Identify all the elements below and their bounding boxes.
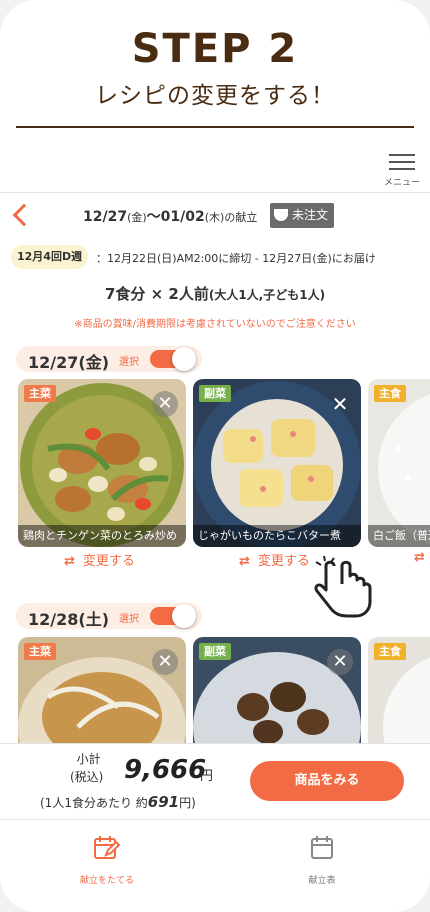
tab-label: 献立表 xyxy=(308,876,336,886)
delivery-info: ：12月22日(日)AM2:00に締切 - 12月27日(金)にお届け xyxy=(96,252,376,265)
price-unit: 円 xyxy=(200,769,214,784)
menu-period: 12/27(金)～01/02(木)の献立 xyxy=(83,206,257,226)
meal-tag-staple: 主食 xyxy=(374,643,406,660)
pot-icon xyxy=(274,209,288,221)
meal-tag-side: 副菜 xyxy=(199,643,231,660)
view-products-button[interactable]: 商品をみる xyxy=(250,761,404,801)
subtotal-text: 小計 xyxy=(76,752,101,766)
swap-icon: ⇄ xyxy=(239,554,250,569)
subtotal-price: 9,666 xyxy=(124,755,207,785)
footer-divider xyxy=(0,743,430,744)
day-select-toggle[interactable] xyxy=(150,347,196,371)
tab-menu-table[interactable]: 献立表 xyxy=(267,836,377,887)
dish-photo xyxy=(368,379,430,547)
period-suffix: の献立 xyxy=(224,211,258,224)
calendar-icon xyxy=(311,836,333,859)
meal-name: 白ご飯（普通） xyxy=(368,525,430,547)
step-divider xyxy=(16,126,414,128)
servings-main: 7食分 × 2人前 xyxy=(104,285,209,303)
swap-icon: ⇄ xyxy=(414,550,425,565)
meal-card[interactable]: 主食 xyxy=(368,637,430,743)
back-chevron-icon[interactable] xyxy=(12,203,36,227)
day-header: 12/28(土) 選択 xyxy=(16,603,202,629)
tab-label: 献立をたてる xyxy=(79,876,134,886)
remove-meal-icon[interactable]: ✕ xyxy=(327,649,353,675)
meal-card[interactable]: 主菜 ✕ 鶏肉とチンゲン菜のとろみ炒め xyxy=(18,379,186,547)
bottom-tab-bar: 献立をたてる 献立表 xyxy=(0,820,430,912)
period-start-day: (金) xyxy=(127,211,147,224)
meal-card[interactable]: 主菜 ✕ xyxy=(18,637,186,743)
remove-meal-icon[interactable]: ✕ xyxy=(152,649,178,675)
period-end: 01/02 xyxy=(160,209,205,225)
servings-info: 7食分 × 2人前(大人1人,子ども1人) xyxy=(0,283,430,304)
period-start: 12/27 xyxy=(83,209,128,225)
tab-plan-menu[interactable]: 献立をたてる xyxy=(52,836,162,887)
per-meal-suffix: 円) xyxy=(179,796,196,810)
day-select-toggle[interactable] xyxy=(150,604,196,628)
per-meal-price: (1人1食分あたり 約691円) xyxy=(40,793,196,811)
hamburger-menu-button[interactable]: メニュー xyxy=(382,154,422,188)
change-meal-button[interactable]: ⇄ 変更する xyxy=(239,550,310,569)
per-meal-prefix: (1人1食分あたり 約 xyxy=(40,796,148,810)
header-divider xyxy=(0,192,430,193)
menu-bar-icon xyxy=(389,154,415,156)
remove-meal-icon[interactable]: ✕ xyxy=(152,391,178,417)
select-label: 選択 xyxy=(119,357,139,368)
day-label: 12/28(土) xyxy=(28,610,110,629)
per-meal-value: 691 xyxy=(147,793,180,811)
meal-card[interactable]: 主食 白ご飯（普通） xyxy=(368,379,430,547)
app-screen: STEP 2 レシピの変更をする！ メニュー 12/27(金)～01/02(木)… xyxy=(0,0,430,912)
meal-tag-main: 主菜 xyxy=(24,385,56,402)
day-label: 12/27(金) xyxy=(28,353,110,372)
swap-icon: ⇄ xyxy=(64,554,75,569)
meal-tag-side: 副菜 xyxy=(199,385,231,402)
tax-included-text: (税込) xyxy=(70,770,104,784)
meal-tag-staple: 主食 xyxy=(374,385,406,402)
change-label: 変更する xyxy=(257,554,310,569)
remove-meal-icon[interactable]: ✕ xyxy=(327,391,353,417)
meal-tag-main: 主菜 xyxy=(24,643,56,660)
change-meal-button[interactable]: ⇄ xyxy=(414,550,430,565)
menu-bar-icon xyxy=(389,168,415,170)
meal-card[interactable]: 副菜 ✕ じゃがいものたらこバター煮 xyxy=(193,379,361,547)
subtotal-label: 小計 (税込) xyxy=(70,750,103,786)
menu-label: メニュー xyxy=(383,178,420,188)
order-status-label: 未注文 xyxy=(292,208,329,222)
change-meal-button[interactable]: ⇄ 変更する xyxy=(64,550,135,569)
step-subtitle: レシピの変更をする！ xyxy=(95,83,335,109)
menu-bar-icon xyxy=(389,161,415,163)
servings-detail: (大人1人,子ども1人) xyxy=(208,288,326,302)
edit-calendar-icon xyxy=(94,836,120,859)
day-header: 12/27(金) 選択 xyxy=(16,346,202,372)
toggle-knob xyxy=(172,347,196,371)
order-status-badge: 未注文 xyxy=(270,203,335,228)
expiry-notice: ※商品の賞味/消費期限は考慮されていないのでご注意ください xyxy=(74,319,356,330)
meal-name: 鶏肉とチンゲン菜のとろみ炒め xyxy=(18,525,186,547)
change-label: 変更する xyxy=(82,554,135,569)
toggle-knob xyxy=(172,604,196,628)
meal-card[interactable]: 副菜 ✕ xyxy=(193,637,361,743)
period-separator: ～ xyxy=(146,209,161,225)
period-end-day: (木) xyxy=(204,211,225,224)
tap-hand-icon xyxy=(314,556,372,618)
week-badge: 12月4回D週 xyxy=(11,245,89,269)
select-label: 選択 xyxy=(119,614,139,625)
meal-name: じゃがいものたらこバター煮 xyxy=(193,525,361,547)
step-title: STEP 2 xyxy=(131,26,299,72)
